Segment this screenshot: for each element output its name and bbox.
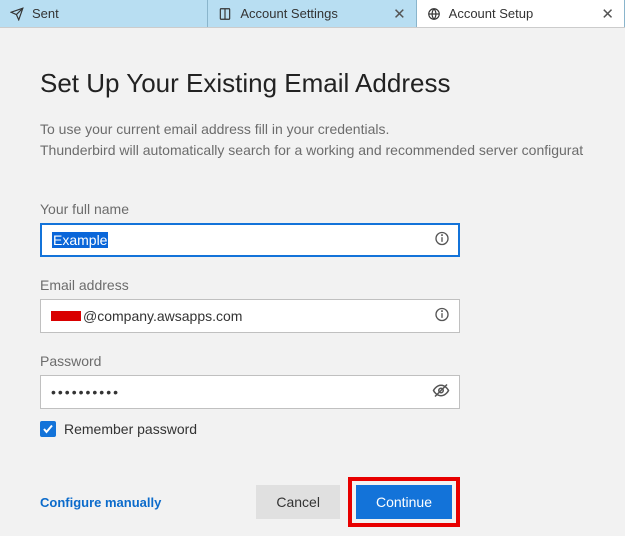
remember-label: Remember password [64,421,197,437]
remember-checkbox-row[interactable]: Remember password [40,421,585,437]
tab-account-settings[interactable]: Account Settings ✕ [208,0,416,27]
setup-content: Set Up Your Existing Email Address To us… [0,28,625,536]
password-field-group: Password •••••••••• Remember password [40,353,585,437]
paper-plane-icon [10,7,24,21]
tab-sent[interactable]: Sent [0,0,208,27]
tab-account-settings-label: Account Settings [240,6,338,21]
highlight-annotation: Continue [348,477,460,527]
redacted-username [51,311,81,321]
close-icon[interactable]: ✕ [601,5,614,23]
actions-row: Configure manually Cancel Continue [40,477,460,527]
email-suffix: @company.awsapps.com [83,308,242,324]
tab-bar: Sent Account Settings ✕ Account Setup ✕ [0,0,625,28]
page-title: Set Up Your Existing Email Address [40,68,585,99]
cancel-button[interactable]: Cancel [256,485,340,519]
continue-button[interactable]: Continue [356,485,452,519]
name-input-value: Example [52,232,108,248]
email-field-group: Email address @company.awsapps.com [40,277,585,333]
email-label: Email address [40,277,585,293]
name-label: Your full name [40,201,585,217]
tab-account-setup-label: Account Setup [449,6,534,21]
tab-account-setup[interactable]: Account Setup ✕ [417,0,625,27]
email-input[interactable]: @company.awsapps.com [40,299,460,333]
book-icon [218,7,232,21]
password-value: •••••••••• [51,384,120,400]
name-input[interactable]: Example [40,223,460,257]
checkbox-checked-icon[interactable] [40,421,56,437]
configure-manually-link[interactable]: Configure manually [40,495,161,510]
name-field-group: Your full name Example [40,201,585,257]
password-input[interactable]: •••••••••• [40,375,460,409]
close-icon[interactable]: ✕ [393,5,406,23]
tab-sent-label: Sent [32,6,59,21]
password-label: Password [40,353,585,369]
globe-icon [427,7,441,21]
page-description: To use your current email address fill i… [40,119,585,161]
